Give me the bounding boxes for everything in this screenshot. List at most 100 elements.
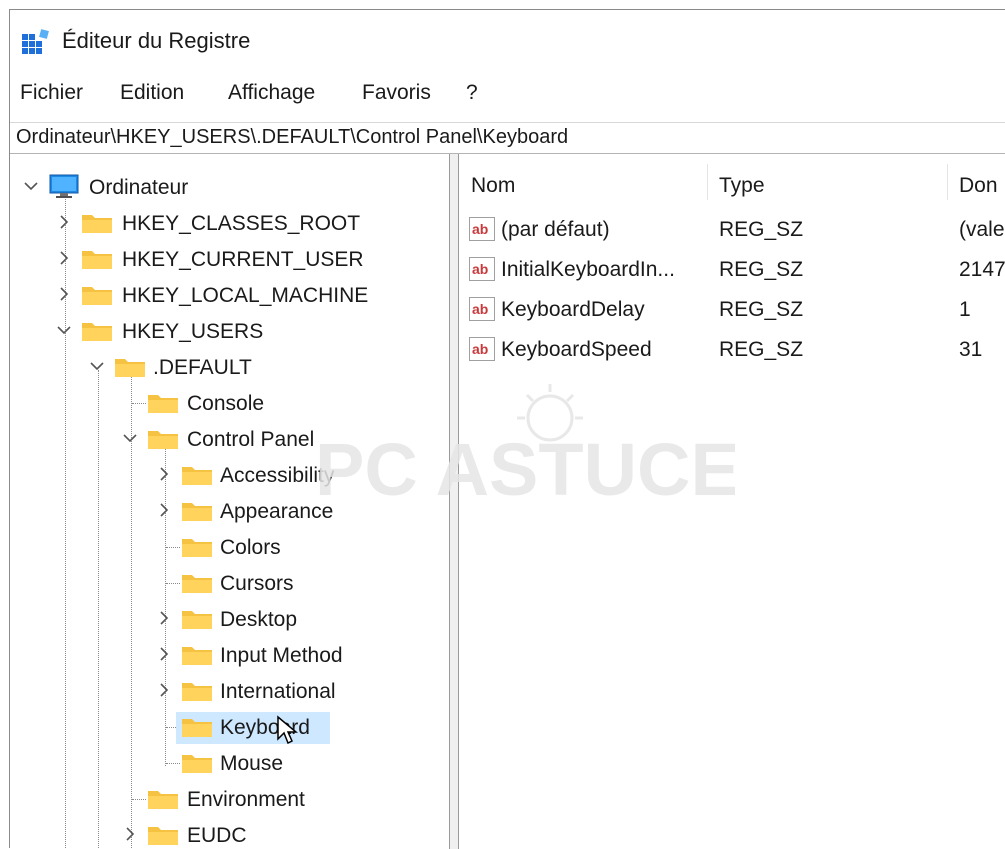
column-header-donnees[interactable]: Don: [959, 174, 998, 198]
column-separator[interactable]: [707, 164, 708, 200]
value-name: (par défaut): [501, 218, 610, 241]
address-bar[interactable]: Ordinateur\HKEY_USERS\.DEFAULT\Control P…: [10, 122, 1005, 154]
chevron-right-icon[interactable]: [156, 466, 172, 482]
chevron-right-icon[interactable]: [56, 214, 72, 230]
value-type: REG_SZ: [719, 298, 804, 321]
table-row[interactable]: ab InitialKeyboardIn... REG_SZ 2147: [459, 250, 1005, 288]
folder-icon: [82, 287, 112, 305]
string-value-icon: ab: [469, 337, 495, 361]
chevron-down-icon[interactable]: [56, 322, 72, 338]
tree-item-appearance[interactable]: Appearance: [10, 494, 450, 528]
folder-icon: [182, 611, 212, 629]
chevron-down-icon[interactable]: [89, 358, 105, 374]
tree-item-hkey-classes-root[interactable]: HKEY_CLASSES_ROOT: [10, 206, 450, 240]
tree-label: Accessibility: [220, 464, 335, 487]
chevron-down-icon[interactable]: [122, 430, 138, 446]
folder-icon: [182, 575, 212, 593]
tree-label: Colors: [220, 536, 281, 559]
tree-label: HKEY_CURRENT_USER: [122, 248, 364, 271]
folder-icon: [182, 503, 212, 521]
folder-icon: [148, 395, 178, 413]
folder-icon: [115, 359, 145, 377]
menu-fichier[interactable]: Fichier: [20, 81, 83, 105]
tree-label: Console: [187, 392, 265, 415]
menu-help[interactable]: ?: [466, 81, 478, 105]
table-row[interactable]: ab (par défaut) REG_SZ (vale: [459, 210, 1005, 248]
value-name: InitialKeyboardIn...: [501, 258, 675, 281]
tree-item-international[interactable]: International: [10, 674, 450, 708]
tree-item-ordinateur[interactable]: Ordinateur: [10, 170, 450, 204]
tree-label: HKEY_LOCAL_MACHINE: [122, 284, 369, 307]
string-value-icon: ab: [469, 217, 495, 241]
chevron-right-icon[interactable]: [56, 250, 72, 266]
tree-item-mouse[interactable]: Mouse: [10, 746, 450, 780]
tree-label: Cursors: [220, 572, 294, 595]
table-row[interactable]: ab KeyboardSpeed REG_SZ 31: [459, 330, 1005, 368]
value-data: 2147: [959, 258, 1005, 281]
folder-icon: [182, 467, 212, 485]
tree-label: Environment: [187, 788, 305, 811]
chevron-right-icon[interactable]: [156, 646, 172, 662]
tree-label: Ordinateur: [89, 176, 189, 199]
column-separator[interactable]: [947, 164, 948, 200]
value-name: KeyboardDelay: [501, 298, 645, 321]
tree-pane[interactable]: Ordinateur HKEY_CLASSES_ROOT HKEY_CURREN…: [10, 154, 450, 849]
folder-icon: [182, 539, 212, 557]
tree-label: Mouse: [220, 752, 284, 775]
tree-label: HKEY_USERS: [122, 320, 264, 343]
value-data: 1: [959, 298, 971, 321]
tree-item-keyboard[interactable]: Keyboard: [10, 710, 450, 744]
svg-text:ab: ab: [472, 341, 488, 357]
tree-item-hkey-local-machine[interactable]: HKEY_LOCAL_MACHINE: [10, 278, 450, 312]
column-header-type[interactable]: Type: [719, 174, 765, 198]
registry-editor-window: Éditeur du Registre Fichier Edition Affi…: [9, 9, 1005, 849]
tree-item-colors[interactable]: Colors: [10, 530, 450, 564]
tree-item-default[interactable]: .DEFAULT: [10, 350, 450, 384]
tree-item-console[interactable]: Console: [10, 386, 450, 420]
mouse-cursor-icon: [277, 715, 298, 745]
tree-item-cursors[interactable]: Cursors: [10, 566, 450, 600]
tree-item-input-method[interactable]: Input Method: [10, 638, 450, 672]
folder-icon: [182, 719, 212, 737]
tree-item-hkey-users[interactable]: HKEY_USERS: [10, 314, 450, 348]
address-path[interactable]: Ordinateur\HKEY_USERS\.DEFAULT\Control P…: [16, 126, 568, 149]
menu-affichage[interactable]: Affichage: [228, 81, 315, 105]
tree-item-accessibility[interactable]: Accessibility: [10, 458, 450, 492]
table-row[interactable]: ab KeyboardDelay REG_SZ 1: [459, 290, 1005, 328]
tree-label: Control Panel: [187, 428, 315, 451]
chevron-right-icon[interactable]: [156, 682, 172, 698]
chevron-right-icon[interactable]: [156, 610, 172, 626]
menu-favoris[interactable]: Favoris: [362, 81, 431, 105]
value-data: (vale: [959, 218, 1005, 241]
string-value-icon: ab: [469, 257, 495, 281]
chevron-right-icon[interactable]: [122, 826, 138, 842]
svg-text:ab: ab: [472, 261, 488, 277]
tree-label: HKEY_CLASSES_ROOT: [122, 212, 361, 235]
column-header-nom[interactable]: Nom: [471, 174, 515, 198]
folder-icon: [182, 647, 212, 665]
menu-edition[interactable]: Edition: [120, 81, 184, 105]
tree-label: International: [220, 680, 336, 703]
chevron-right-icon[interactable]: [56, 286, 72, 302]
string-value-icon: ab: [469, 297, 495, 321]
tree-item-desktop[interactable]: Desktop: [10, 602, 450, 636]
svg-text:ab: ab: [472, 301, 488, 317]
registry-editor-icon: [22, 29, 49, 54]
tree-label: EUDC: [187, 824, 247, 847]
tree-item-environment[interactable]: Environment: [10, 782, 450, 816]
value-data: 31: [959, 338, 983, 361]
value-type: REG_SZ: [719, 258, 804, 281]
tree-label-selected: Keyboard: [220, 716, 310, 739]
chevron-down-icon[interactable]: [23, 178, 39, 194]
tree-label: Input Method: [220, 644, 343, 667]
chevron-right-icon[interactable]: [156, 502, 172, 518]
pane-splitter[interactable]: [449, 154, 459, 849]
tree-item-control-panel[interactable]: Control Panel: [10, 422, 450, 456]
svg-text:ab: ab: [472, 221, 488, 237]
values-list[interactable]: Nom Type Don ab (par défaut) REG_SZ (val…: [459, 154, 1005, 849]
tree-label: .DEFAULT: [153, 356, 252, 379]
tree-item-hkey-current-user[interactable]: HKEY_CURRENT_USER: [10, 242, 450, 276]
folder-icon: [148, 827, 178, 845]
title-bar[interactable]: Éditeur du Registre: [10, 10, 1005, 70]
tree-item-eudc[interactable]: EUDC: [10, 818, 450, 849]
